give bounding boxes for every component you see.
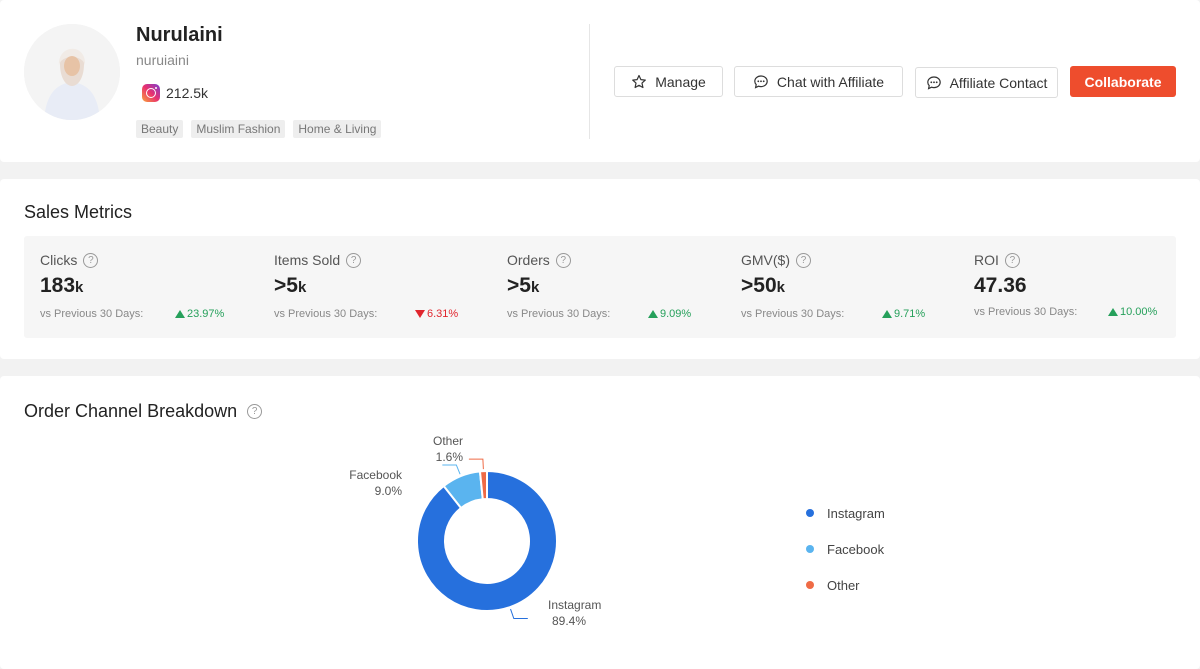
arrow-up-icon — [882, 310, 892, 318]
affiliate-contact-button[interactable]: Affiliate Contact — [915, 67, 1058, 98]
metric-compare-label: vs Previous 30 Days: — [507, 308, 611, 320]
metric-change: 10.00% — [1108, 306, 1157, 318]
slice-label-facebook: Facebook — [349, 468, 403, 482]
chat-icon — [754, 74, 768, 89]
section-title: Sales Metrics — [24, 202, 133, 222]
change-value: 9.09% — [660, 308, 692, 320]
metrics-strip: Clicks? 183k vs Previous 30 Days: 23.97%… — [24, 236, 1176, 338]
arrow-up-icon — [648, 310, 658, 318]
chat-label: Chat with Affiliate — [776, 73, 885, 90]
arrow-up-icon — [1108, 308, 1118, 316]
change-value: 6.31% — [427, 308, 459, 320]
help-icon[interactable]: ? — [346, 252, 362, 268]
legend-dot — [806, 545, 814, 553]
collaborate-label: Collaborate — [1084, 73, 1162, 90]
avatar — [24, 24, 120, 120]
slice-label-instagram: Instagram — [548, 598, 601, 612]
donut-chart: Instagram 89.4% Facebook 9.0% Other 1.6% — [349, 434, 601, 628]
change-value: 10.00% — [1120, 306, 1158, 318]
metric-label: GMV($) — [741, 252, 790, 268]
tag: Muslim Fashion — [191, 120, 286, 138]
legend-label: Other — [827, 577, 860, 593]
category-tags: Beauty Muslim Fashion Home & Living — [136, 120, 382, 138]
metric-unit: k — [530, 279, 540, 296]
leader-line-facebook — [442, 464, 461, 475]
help-icon[interactable]: ? — [796, 252, 811, 268]
affiliate-handle: nuruiaini — [136, 52, 189, 68]
metric-change: 9.71% — [882, 308, 925, 320]
metric-compare-label: vs Previous 30 Days: — [274, 308, 378, 320]
metric-unit: k — [776, 279, 785, 296]
chat-with-affiliate-button[interactable]: Chat with Affiliate — [734, 66, 903, 97]
legend-item-instagram[interactable]: Instagram — [806, 495, 885, 531]
manage-label: Manage — [655, 73, 706, 90]
metric-value: >5 — [507, 274, 531, 297]
metric-change: 6.31% — [415, 308, 458, 320]
help-icon[interactable]: ? — [83, 252, 99, 268]
metric-label: Clicks — [40, 252, 78, 268]
chart-legend: Instagram Facebook Other — [806, 495, 885, 603]
arrow-down-icon — [415, 310, 425, 318]
metric-change: 23.97% — [175, 308, 224, 320]
follower-count: 212.5k — [166, 85, 209, 101]
slice-value-facebook: 9.0% — [375, 484, 403, 498]
slice-value-instagram: 89.4% — [552, 614, 586, 628]
tag: Home & Living — [293, 120, 382, 138]
affiliate-name: Nurulaini — [136, 24, 223, 46]
metric-value: 47.36 — [974, 274, 1027, 297]
divider — [589, 24, 590, 139]
metric-label: ROI — [974, 252, 999, 268]
metric-value: >50 — [741, 274, 777, 297]
metric-compare-label: vs Previous 30 Days: — [40, 308, 144, 320]
instagram-followers: 212.5k — [142, 84, 208, 102]
legend-label: Instagram — [827, 505, 885, 521]
metric-change: 9.09% — [648, 308, 691, 320]
legend-item-facebook[interactable]: Facebook — [806, 531, 885, 567]
manage-button[interactable]: Manage — [614, 66, 723, 97]
metric-label: Items Sold — [274, 252, 341, 268]
leader-line-instagram — [510, 608, 528, 619]
sales-metrics-card: Sales Metrics Clicks? 183k vs Previous 3… — [0, 179, 1200, 359]
legend-dot — [806, 509, 814, 517]
metric-unit: k — [297, 279, 307, 296]
tag: Beauty — [136, 120, 184, 138]
leader-line-other — [468, 458, 484, 470]
metric-value: >5 — [274, 274, 298, 297]
metric-compare-label: vs Previous 30 Days: — [974, 306, 1078, 318]
help-icon[interactable]: ? — [1004, 252, 1020, 268]
metric-value: 183 — [40, 274, 76, 297]
metric-compare-label: vs Previous 30 Days: — [741, 308, 845, 320]
legend-dot — [806, 581, 814, 589]
star-icon — [632, 74, 647, 88]
help-icon[interactable]: ? — [555, 252, 571, 268]
change-value: 9.71% — [894, 308, 926, 320]
legend-label: Facebook — [827, 541, 885, 557]
contact-label: Affiliate Contact — [949, 74, 1048, 91]
arrow-up-icon — [175, 310, 185, 318]
slice-label-other: Other — [433, 434, 463, 448]
profile-card: Nurulaini nuruiaini 212.5k Beauty Muslim… — [0, 0, 1200, 162]
instagram-icon — [142, 84, 160, 102]
metric-unit: k — [75, 279, 84, 296]
legend-item-other[interactable]: Other — [806, 567, 885, 603]
collaborate-button[interactable]: Collaborate — [1070, 66, 1176, 97]
metric-label: Orders — [507, 252, 550, 268]
order-channel-breakdown-card: Order Channel Breakdown ? Instagram 89.4%… — [0, 376, 1200, 669]
change-value: 23.97% — [187, 308, 225, 320]
message-icon — [926, 75, 941, 90]
slice-value-other: 1.6% — [436, 450, 464, 464]
